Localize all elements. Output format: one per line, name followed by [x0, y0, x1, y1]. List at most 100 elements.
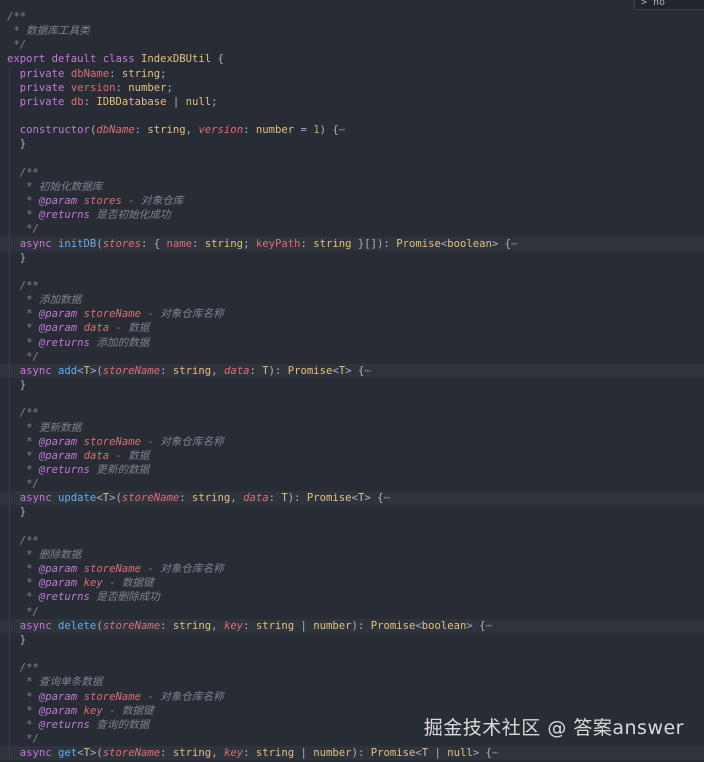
indent-guide [9, 420, 10, 435]
code-line[interactable]: * @returns 添加的数据 [0, 335, 704, 350]
code-line[interactable]: * @param key - 数据键 [0, 576, 704, 591]
code-line[interactable]: * 添加数据 [0, 293, 704, 308]
code-token: Promise [370, 619, 416, 632]
code-line[interactable] [0, 392, 704, 407]
code-line[interactable]: * @returns 更新的数据 [0, 463, 704, 478]
fold-ellipsis-icon[interactable]: ⋯ [383, 492, 389, 504]
code-token: * [7, 435, 39, 448]
indent-guide [9, 632, 10, 648]
code-token: ): [287, 492, 307, 505]
code-line[interactable]: } [0, 378, 704, 393]
code-token: key [83, 704, 103, 717]
code-line[interactable]: async update<T>(storeName: string, data:… [0, 491, 704, 506]
code-token: : [134, 124, 148, 137]
code-line[interactable]: * @returns 是否初始化成功 [0, 208, 704, 223]
code-token: >( [109, 492, 122, 505]
fold-ellipsis-icon[interactable]: ⋯ [511, 238, 517, 250]
code-line[interactable]: private dbName: string; [0, 66, 704, 81]
code-token: , [211, 364, 224, 377]
code-line[interactable]: * 数据库工具类 [0, 24, 704, 38]
code-line[interactable]: } [0, 137, 704, 152]
code-token: * [7, 322, 39, 335]
code-line[interactable]: * 查询单条数据 [0, 675, 704, 690]
code-line[interactable]: * @param stores - 对象仓库 [0, 194, 704, 209]
code-line[interactable]: */ [0, 349, 704, 364]
code-token: storeName [83, 690, 141, 703]
code-line[interactable]: } [0, 505, 704, 520]
code-editor[interactable]: /** * 数据库工具类 */export default class Inde… [0, 0, 704, 762]
fold-ellipsis-icon[interactable]: ⋯ [339, 124, 345, 136]
code-line[interactable]: } [0, 250, 704, 265]
code-token: @param [38, 322, 78, 335]
code-line[interactable]: /** [0, 533, 704, 548]
code-line[interactable]: * 初始化数据库 [0, 179, 704, 195]
code-token: dbName [70, 67, 110, 80]
code-line[interactable]: */ [0, 604, 704, 619]
code-line[interactable]: */ [0, 477, 704, 492]
code-token: : [300, 237, 314, 250]
fold-ellipsis-icon[interactable]: ⋯ [364, 365, 370, 377]
code-token: : [243, 747, 256, 760]
code-token: ; [160, 67, 167, 80]
code-token: data [243, 492, 269, 505]
indent-guide [9, 392, 10, 407]
code-token: : [160, 747, 173, 760]
code-line[interactable]: * 更新数据 [0, 420, 704, 435]
indent-guide [9, 123, 10, 138]
code-line[interactable]: * @param data - 数据 [0, 321, 704, 336]
code-line[interactable] [0, 647, 704, 662]
code-line[interactable]: * @param data - 数据 [0, 448, 704, 463]
code-token: /** [7, 534, 39, 547]
code-token: * 更新数据 [7, 421, 82, 434]
code-token: : [109, 67, 122, 80]
code-line[interactable]: * 删除数据 [0, 547, 704, 563]
code-line[interactable]: * @param storeName - 对象仓库名称 [0, 307, 704, 322]
code-line[interactable]: async add<T>(storeName: string, data: T)… [0, 363, 704, 379]
code-line[interactable]: async delete(storeName: string, key: str… [0, 618, 704, 633]
code-content[interactable]: /** * 数据库工具类 */export default class Inde… [0, 10, 704, 761]
code-token: : [179, 492, 193, 505]
code-line[interactable] [0, 264, 704, 279]
fold-ellipsis-icon[interactable]: ⋯ [492, 747, 498, 759]
code-token: private [19, 95, 65, 108]
code-line[interactable]: */ [0, 222, 704, 237]
code-line[interactable]: * @param storeName - 对象仓库名称 [0, 562, 704, 577]
code-token: version [198, 124, 244, 137]
code-line[interactable]: /** [0, 661, 704, 676]
code-line[interactable]: * @param storeName - 对象仓库名称 [0, 689, 704, 704]
code-token: | [428, 747, 448, 760]
code-line[interactable]: private db: IDBDatabase | null; [0, 94, 704, 110]
code-token: string [204, 237, 244, 250]
code-line[interactable]: /** [0, 165, 704, 180]
code-line[interactable]: export default class IndexDBUtil { [0, 52, 704, 66]
code-line[interactable] [0, 109, 704, 124]
code-line[interactable]: async get<T>(storeName: string, key: str… [0, 746, 704, 761]
editor-widget: > no [634, 0, 704, 10]
code-token: number [313, 619, 352, 632]
code-token: - 对象仓库名称 [140, 690, 224, 703]
code-line[interactable] [0, 519, 704, 534]
code-line[interactable]: * @returns 是否删除成功 [0, 590, 704, 605]
code-token: /** [7, 11, 27, 23]
fold-ellipsis-icon[interactable]: ⋯ [486, 620, 492, 632]
code-line[interactable]: async initDB(stores: { name: string; key… [0, 236, 704, 251]
code-token: /** [7, 662, 39, 675]
code-line[interactable]: /** [0, 278, 704, 294]
code-token: key [223, 619, 244, 632]
code-line[interactable]: /** [0, 10, 704, 24]
code-token: get [58, 747, 78, 760]
code-line[interactable]: */ [0, 38, 704, 52]
code-line[interactable]: /** [0, 406, 704, 421]
indent-guide [9, 576, 10, 591]
code-token: default [51, 53, 97, 66]
code-line[interactable] [0, 151, 704, 166]
code-line[interactable]: private version: number; [0, 80, 704, 95]
code-token: async [19, 237, 52, 250]
code-line[interactable]: constructor(dbName: string, version: num… [0, 123, 704, 138]
code-token: , [185, 124, 199, 137]
code-line[interactable]: * @param storeName - 对象仓库名称 [0, 434, 704, 449]
code-token: - 数据 [109, 322, 150, 335]
code-token: * [7, 690, 39, 703]
code-line[interactable]: } [0, 632, 704, 648]
code-token: class [102, 53, 135, 66]
